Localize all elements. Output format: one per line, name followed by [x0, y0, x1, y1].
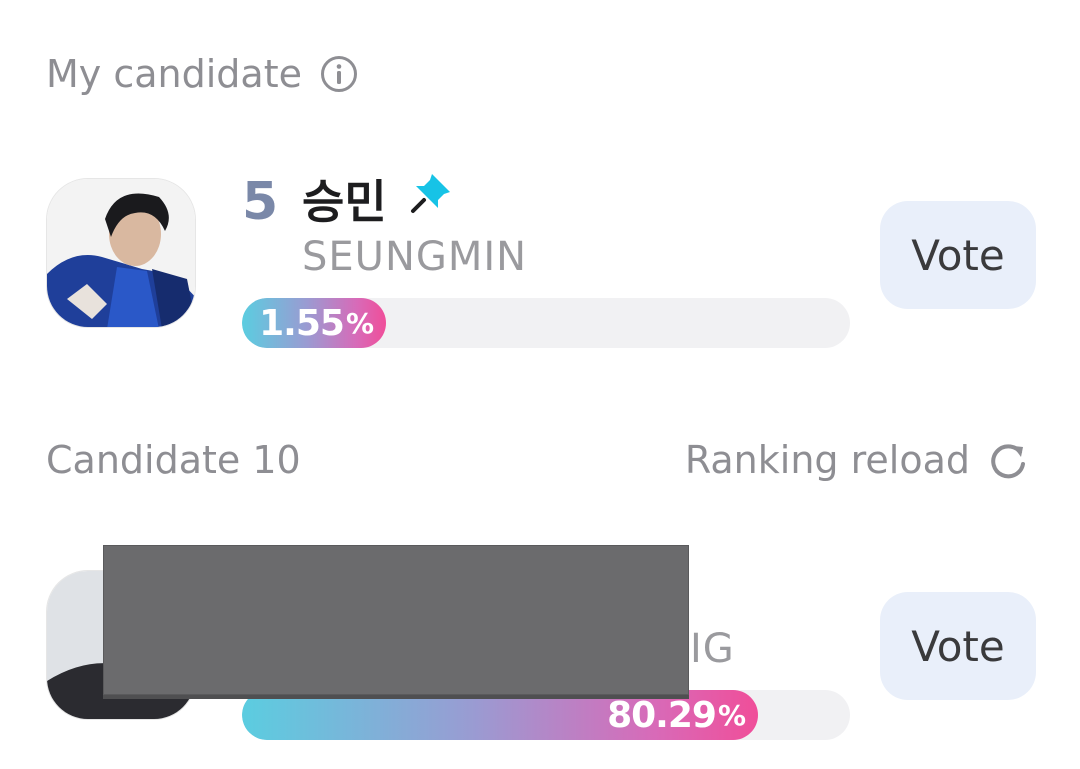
info-icon[interactable] [320, 55, 358, 93]
vote-percentage-unit: % [717, 698, 746, 732]
ranking-reload-button[interactable]: Ranking reload [685, 438, 1030, 482]
vote-button[interactable]: Vote [880, 201, 1036, 309]
reload-icon [986, 438, 1030, 482]
vote-percentage-bar: 1.55 % [242, 298, 850, 348]
ranking-reload-label: Ranking reload [684, 438, 970, 482]
vote-percentage-bar: 80.29 % [242, 690, 850, 740]
candidate-name-english: SEUNGMIN [302, 234, 528, 280]
rank-number: 5 [242, 172, 279, 232]
my-candidate-header: My candidate [46, 52, 358, 96]
vote-percentage-fill: 80.29 % [242, 690, 758, 740]
redaction-overlay [103, 545, 689, 695]
candidate-name-english: IG [690, 626, 735, 672]
pin-icon [408, 170, 454, 216]
vote-percentage-value: 1.55 [259, 302, 345, 344]
avatar [46, 178, 196, 328]
vote-percentage-unit: % [345, 306, 374, 340]
candidate-count: Candidate 10 [46, 438, 301, 482]
candidate-name-korean: 승민 [302, 175, 387, 229]
vote-button[interactable]: Vote [880, 592, 1036, 700]
vote-percentage-fill: 1.55 % [242, 298, 386, 348]
my-candidate-title: My candidate [46, 52, 302, 96]
vote-percentage-value: 80.29 [607, 694, 717, 736]
